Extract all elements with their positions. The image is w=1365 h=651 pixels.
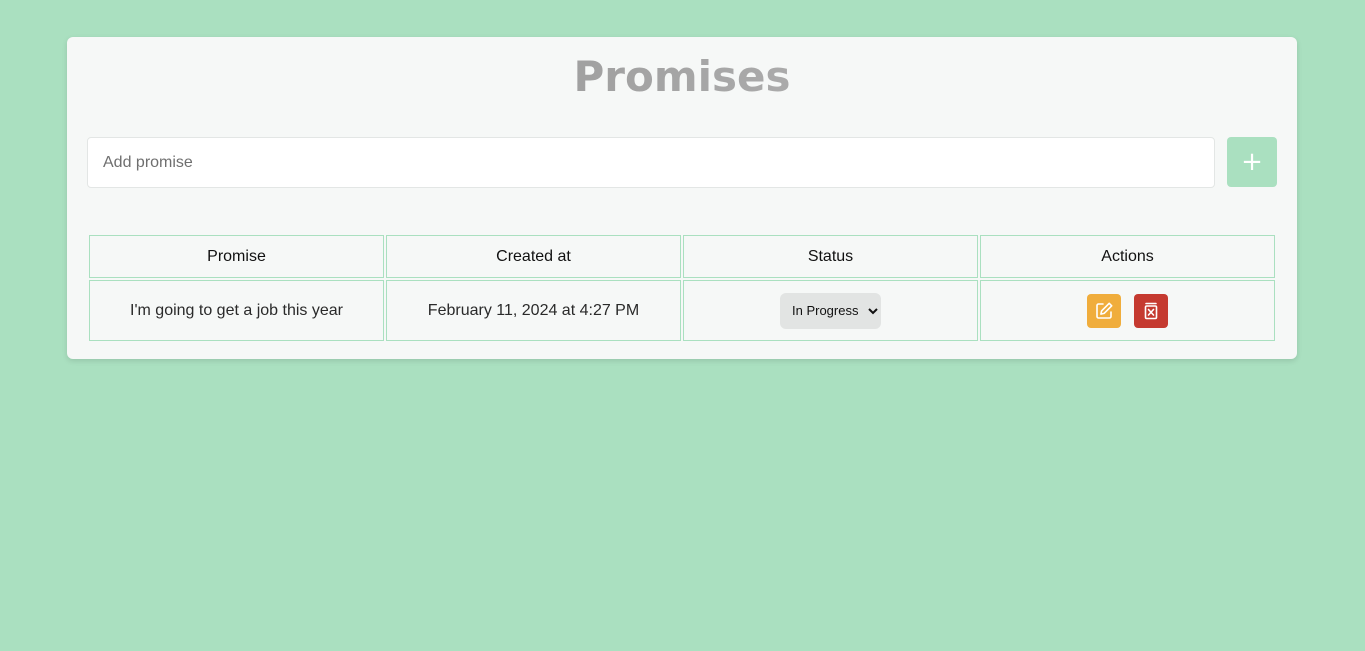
actions-cell [980, 280, 1275, 341]
add-promise-button[interactable]: + [1227, 137, 1277, 187]
header-created-at: Created at [386, 235, 681, 278]
edit-icon [1096, 302, 1113, 319]
status-cell: In Progress [683, 280, 978, 341]
edit-button[interactable] [1087, 293, 1122, 328]
header-status: Status [683, 235, 978, 278]
header-actions: Actions [980, 235, 1275, 278]
created-at: February 11, 2024 at 4:27 PM [386, 280, 681, 341]
delete-button[interactable] [1133, 293, 1168, 328]
delete-icon [1144, 302, 1158, 319]
table-header-row: Promise Created at Status Actions [89, 235, 1275, 278]
status-select[interactable]: In Progress [780, 292, 881, 329]
table-row: I'm going to get a job this year Februar… [89, 280, 1275, 341]
promise-text: I'm going to get a job this year [89, 280, 384, 341]
header-promise: Promise [89, 235, 384, 278]
page-title: Promises [67, 55, 1297, 99]
promises-card: Promises + Promise Created at Status Act… [67, 37, 1297, 359]
add-promise-input[interactable] [87, 137, 1215, 188]
promises-table: Promise Created at Status Actions I'm go… [87, 233, 1277, 343]
